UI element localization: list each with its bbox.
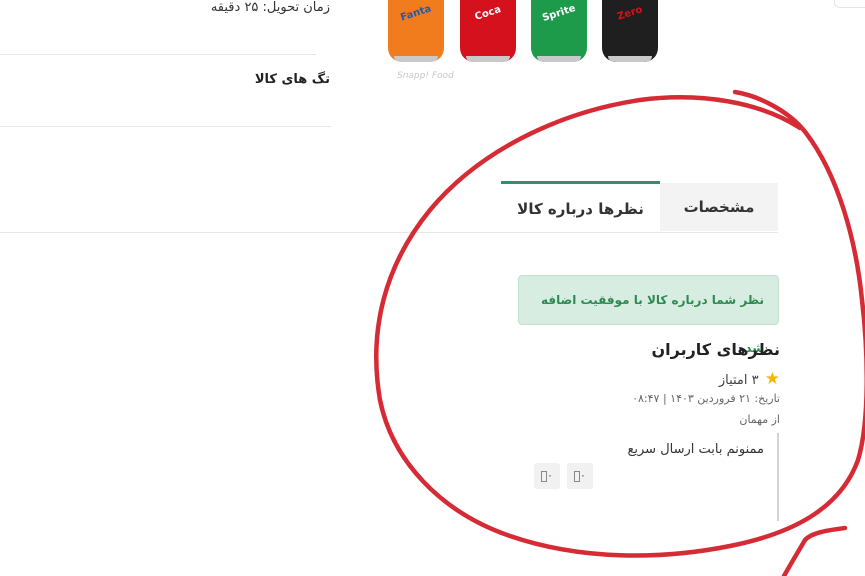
red-circle-annotation <box>374 89 865 576</box>
